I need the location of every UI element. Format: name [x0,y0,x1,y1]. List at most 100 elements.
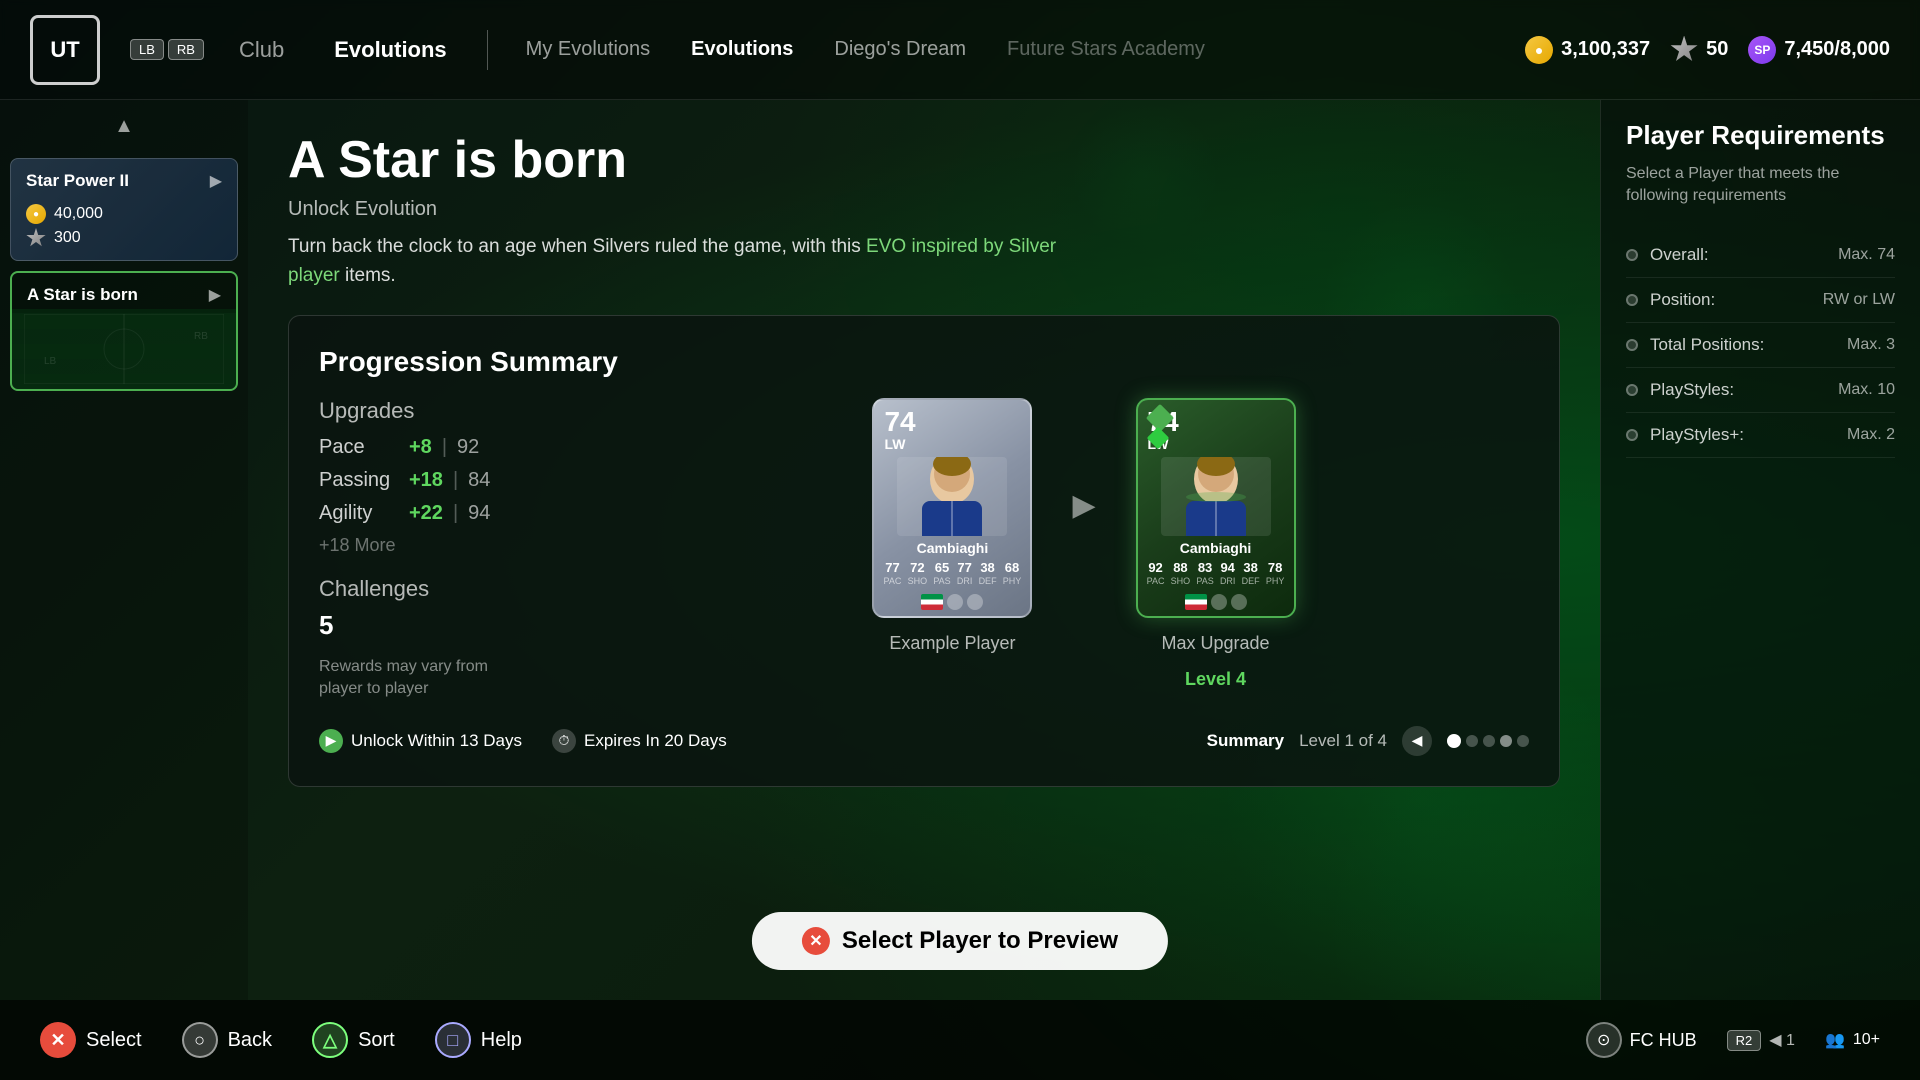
unlock-within-text: Unlock Within 13 Days [351,731,522,751]
nav-diegos-dream[interactable]: Diego's Dream [816,30,984,69]
main-content: ▲ Star Power II ▶ ● 40,000 300 A Star [0,100,1920,1000]
example-player-name: Cambiaghi [917,540,989,556]
req-item-name: PlayStyles: [1650,380,1734,400]
sp-display: SP 7,450/8,000 [1748,36,1890,64]
cost-points-value: 300 [54,229,81,247]
select-label: Select [86,1029,142,1052]
nav-my-evolutions[interactable]: My Evolutions [508,30,669,69]
coins-display: ● 3,100,337 [1525,36,1650,64]
example-player-wrapper: 74 LW [872,398,1032,654]
stat-pace-div: | [442,436,447,459]
level-dot-4 [1500,735,1512,747]
nav-divider [487,30,488,70]
right-panel: Player Requirements Select a Player that… [1600,100,1920,1000]
points-display: 50 [1670,36,1728,64]
challenges-section: Challenges 5 [319,576,599,641]
req-item-value: Max. 2 [1847,426,1895,444]
req-item-left: Total Positions: [1626,335,1764,355]
example-player-img [897,457,1007,536]
level-prev-btn[interactable]: ◀ [1402,726,1432,756]
req-item: Total Positions: Max. 3 [1626,323,1895,368]
unlock-icon: ▶ [319,729,343,753]
sort-label: Sort [358,1029,395,1052]
level-dots [1447,734,1529,748]
sidebar-up-arrow[interactable]: ▲ [0,110,248,153]
stat-passing-div: | [453,469,458,492]
stat-agility-final: 94 [468,502,490,525]
o-button: ○ [182,1022,218,1058]
svg-text:RB: RB [194,331,208,342]
nav-items: Club Evolutions My Evolutions Evolutions… [219,29,1525,71]
sidebar-card-star-born[interactable]: A Star is born ▶ RB LB [10,271,238,391]
nav-future-stars[interactable]: Future Stars Academy [989,30,1223,69]
level-dot-5 [1517,735,1529,747]
requirements-list: Overall: Max. 74 Position: RW or LW Tota… [1626,233,1895,458]
users-icon: 👥 [1825,1030,1845,1050]
help-label: Help [481,1029,522,1052]
r2-info: R2 ◀ 1 [1727,1030,1795,1051]
requirements-subtitle: Select a Player that meets the following… [1626,163,1895,208]
select-player-button[interactable]: ✕ Select Player to Preview [752,912,1168,970]
stat-pace-final: 92 [457,436,479,459]
level-dot-2 [1466,735,1478,747]
max-upgrade-card: 74 LW [1136,398,1296,618]
cost-coin-icon: ● [26,204,46,224]
upgrades-label: Upgrades [319,398,599,424]
stat-pace-name: Pace [319,436,399,459]
max-card-flags [1185,594,1247,616]
topbar: UT LB RB Club Evolutions My Evolutions E… [0,0,1920,100]
help-action[interactable]: □ Help [435,1022,522,1058]
max-stat-phy: 78 PHY [1266,560,1285,586]
sidebar-card-star-power[interactable]: Star Power II ▶ ● 40,000 300 [10,158,238,261]
example-stat-dri: 77 DRI [957,560,973,586]
lb-button: LB [130,39,164,60]
sort-action[interactable]: △ Sort [312,1022,395,1058]
stat-passing-final: 84 [468,469,490,492]
stat-row-agility: Agility +22 | 94 [319,502,599,525]
coin-icon: ● [1525,36,1553,64]
challenges-label: Challenges [319,576,599,602]
nav-club[interactable]: Club [219,29,304,71]
stat-passing-name: Passing [319,469,399,492]
currency-bar: ● 3,100,337 50 SP 7,450/8,000 [1525,36,1890,64]
summary-label: Summary [1207,731,1284,751]
cards-arrow: ▶ [1072,488,1095,523]
nav-evolutions[interactable]: Evolutions [314,29,466,71]
unlock-tag: ▶ Unlock Within 13 Days [319,729,522,753]
challenges-count: 5 [319,610,599,641]
users-info: 👥 10+ [1825,1030,1880,1050]
footer-summary: Summary Level 1 of 4 ◀ [1207,726,1529,756]
back-action[interactable]: ○ Back [182,1022,272,1058]
level-dot-3 [1483,735,1495,747]
r2-indicator: ◀ 1 [1769,1030,1795,1050]
nav-sub-items: My Evolutions Evolutions Diego's Dream F… [508,30,1223,69]
select-action[interactable]: ✕ Select [40,1022,142,1058]
sidebar-card-costs: ● 40,000 300 [11,199,237,260]
req-item-name: Position: [1650,290,1715,310]
sp-value: 7,450/8,000 [1784,38,1890,61]
left-sidebar: ▲ Star Power II ▶ ● 40,000 300 A Star [0,100,248,1000]
evolution-description: Turn back the clock to an age when Silve… [288,233,1088,290]
svg-text:LB: LB [44,356,57,367]
back-label: Back [228,1029,272,1052]
cost-points-icon [26,228,46,248]
nav-evolutions-sub[interactable]: Evolutions [673,30,811,69]
center-content: A Star is born Unlock Evolution Turn bac… [248,100,1600,1000]
fc-hub-label: FC HUB [1630,1030,1697,1051]
req-dot [1626,339,1638,351]
progression-container: Progression Summary Upgrades Pace +8 | 9… [288,315,1560,787]
sidebar-field-bg: RB LB [12,309,236,389]
example-stat-pas: 65 PAS [933,560,950,586]
stat-row-pace: Pace +8 | 92 [319,436,599,459]
evolution-title: A Star is born [288,130,1560,190]
expires-in-text: Expires In 20 Days [584,731,727,751]
req-item-value: Max. 74 [1838,246,1895,264]
fc-hub[interactable]: ⊙ FC HUB [1586,1022,1697,1058]
rb-button: RB [168,39,204,60]
example-player-label: Example Player [889,633,1015,654]
req-item-value: Max. 3 [1847,336,1895,354]
max-card-badge-2 [1231,594,1247,610]
sidebar-card-title-2: A Star is born [27,285,138,305]
x-button: ✕ [40,1022,76,1058]
req-item-left: Overall: [1626,245,1709,265]
